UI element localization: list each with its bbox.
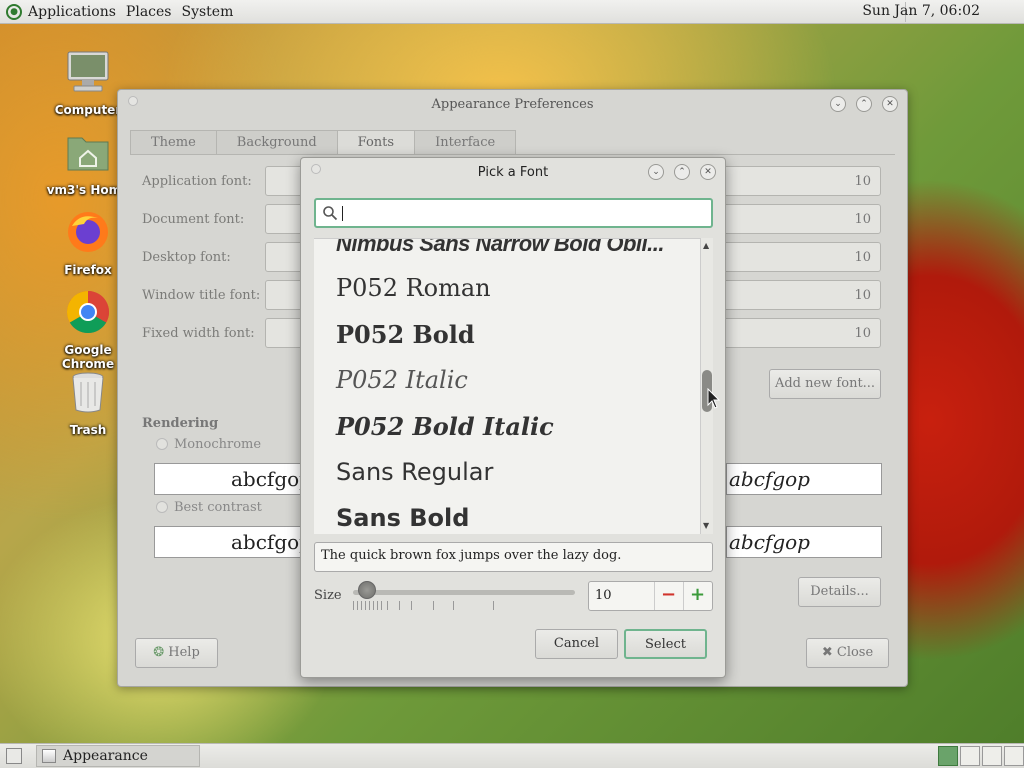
computer-icon: [67, 51, 109, 92]
font-size-value: 10: [854, 174, 871, 189]
tab-interface[interactable]: Interface: [414, 130, 517, 155]
window-menu-button[interactable]: [128, 96, 138, 106]
font-size-value: 10: [854, 250, 871, 265]
window-title: Appearance Preferences: [431, 97, 594, 112]
best-contrast-radio[interactable]: Best contrast: [156, 500, 262, 515]
monochrome-preview[interactable]: abcfgop: [154, 463, 312, 495]
tab-background[interactable]: Background: [215, 130, 338, 155]
size-spinbutton[interactable]: 10 − +: [588, 581, 713, 611]
close-icon: ✖: [821, 645, 833, 660]
fixed-width-font-label: Fixed width font:: [142, 326, 255, 341]
window-title-font-label: Window title font:: [142, 288, 261, 303]
distro-logo-icon[interactable]: ●: [6, 3, 22, 20]
dialog-title: Pick a Font: [477, 165, 549, 180]
tab-theme[interactable]: Theme: [130, 130, 217, 155]
size-slider-ticks: [353, 601, 575, 611]
maximize-button[interactable]: ⌃: [856, 96, 872, 112]
workspace-4[interactable]: [1004, 746, 1024, 766]
menu-applications[interactable]: Applications: [28, 4, 116, 20]
font-list-item[interactable]: Sans Bold: [336, 504, 469, 532]
show-desktop-icon[interactable]: [6, 748, 22, 764]
window-titlebar[interactable]: Appearance Preferences ⌄ ⌃ ✕: [118, 90, 907, 120]
appearance-app-icon: [42, 749, 56, 763]
chrome-icon: [66, 291, 110, 334]
best-shapes-preview[interactable]: abcfgop: [726, 526, 882, 558]
font-preview-field[interactable]: The quick brown fox jumps over the lazy …: [314, 542, 713, 572]
dialog-titlebar[interactable]: Pick a Font ⌄ ⌃ ✕: [301, 158, 725, 188]
minimize-button[interactable]: ⌄: [830, 96, 846, 112]
search-icon: [323, 206, 338, 221]
close-label: Close: [836, 645, 874, 660]
font-list-item[interactable]: P052 Bold Italic: [336, 412, 554, 441]
size-value: 10: [595, 588, 612, 603]
help-button[interactable]: ❂ Help: [135, 638, 218, 668]
font-list-item[interactable]: Sans Regular: [336, 458, 493, 486]
font-list-item[interactable]: Nimbus Sans Narrow Bold Obli...: [336, 239, 665, 257]
font-search-input[interactable]: [314, 198, 713, 228]
help-icon: ❂: [153, 645, 165, 660]
taskbar-item-appearance[interactable]: Appearance Prefer...: [36, 745, 200, 767]
best-contrast-label: Best contrast: [174, 500, 262, 515]
decrease-size-button[interactable]: −: [654, 582, 682, 610]
size-label: Size: [314, 588, 342, 603]
maximize-button[interactable]: ⌃: [674, 164, 690, 180]
font-list-item[interactable]: P052 Italic: [336, 366, 468, 394]
rendering-title: Rendering: [142, 416, 219, 431]
font-list[interactable]: Nimbus Sans Narrow Bold Obli... P052 Rom…: [314, 238, 700, 534]
add-new-font-button[interactable]: Add new font...: [769, 369, 881, 399]
menu-system[interactable]: System: [181, 4, 233, 20]
minimize-button[interactable]: ⌄: [648, 164, 664, 180]
tab-fonts[interactable]: Fonts: [336, 130, 416, 155]
font-list-scrollbar[interactable]: ▲ ▼: [700, 238, 713, 534]
close-dialog-button[interactable]: ✕: [700, 164, 716, 180]
mouse-pointer-icon: [707, 388, 721, 409]
size-slider-knob[interactable]: [358, 581, 376, 599]
pick-a-font-dialog: Pick a Font ⌄ ⌃ ✕ Nimbus Sans Narrow Bol…: [300, 157, 726, 678]
firefox-icon: [68, 212, 108, 252]
cancel-button[interactable]: Cancel: [535, 629, 618, 659]
close-window-button[interactable]: ✕: [882, 96, 898, 112]
monochrome-radio[interactable]: Monochrome: [156, 437, 261, 452]
increase-size-button[interactable]: +: [683, 582, 711, 610]
tab-divider: [130, 154, 895, 155]
workspace-2[interactable]: [960, 746, 980, 766]
trash-icon: [72, 372, 104, 413]
font-size-value: 10: [854, 212, 871, 227]
workspace-1[interactable]: [938, 746, 958, 766]
home-folder-icon: [67, 137, 109, 171]
font-size-value: 10: [854, 288, 871, 303]
close-button[interactable]: ✖ Close: [806, 638, 889, 668]
select-button[interactable]: Select: [624, 629, 707, 659]
document-font-label: Document font:: [142, 212, 245, 227]
top-panel: ● Applications Places System Sun Jan 7, …: [0, 0, 1024, 24]
details-button[interactable]: Details...: [798, 577, 881, 607]
monochrome-label: Monochrome: [174, 437, 262, 452]
menu-places[interactable]: Places: [126, 4, 172, 20]
dialog-menu-button[interactable]: [311, 164, 321, 174]
desktop-font-label: Desktop font:: [142, 250, 231, 265]
rendering-sample: abcfgop: [729, 467, 810, 491]
workspace-3[interactable]: [982, 746, 1002, 766]
font-list-item[interactable]: P052 Roman: [336, 274, 491, 302]
application-font-label: Application font:: [142, 174, 252, 189]
subpixel-preview[interactable]: abcfgop: [726, 463, 882, 495]
scroll-down-arrow-icon[interactable]: ▼: [703, 521, 709, 530]
font-size-value: 10: [854, 326, 871, 341]
rendering-sample: abcfgop: [729, 530, 810, 554]
text-caret: [342, 206, 343, 221]
radio-indicator: [156, 438, 168, 450]
taskbar-item-label: Appearance Prefer...: [63, 748, 148, 764]
scroll-up-arrow-icon[interactable]: ▲: [703, 241, 709, 250]
help-label: Help: [168, 645, 200, 660]
clock[interactable]: Sun Jan 7, 06:02: [862, 3, 980, 19]
bottom-panel: Appearance Prefer...: [0, 743, 1024, 768]
tab-bar: Theme Background Fonts Interface: [130, 130, 517, 155]
font-list-item[interactable]: P052 Bold: [336, 320, 475, 349]
radio-indicator: [156, 501, 168, 513]
best-contrast-preview[interactable]: abcfgop: [154, 526, 312, 558]
size-slider-track[interactable]: [353, 590, 575, 595]
